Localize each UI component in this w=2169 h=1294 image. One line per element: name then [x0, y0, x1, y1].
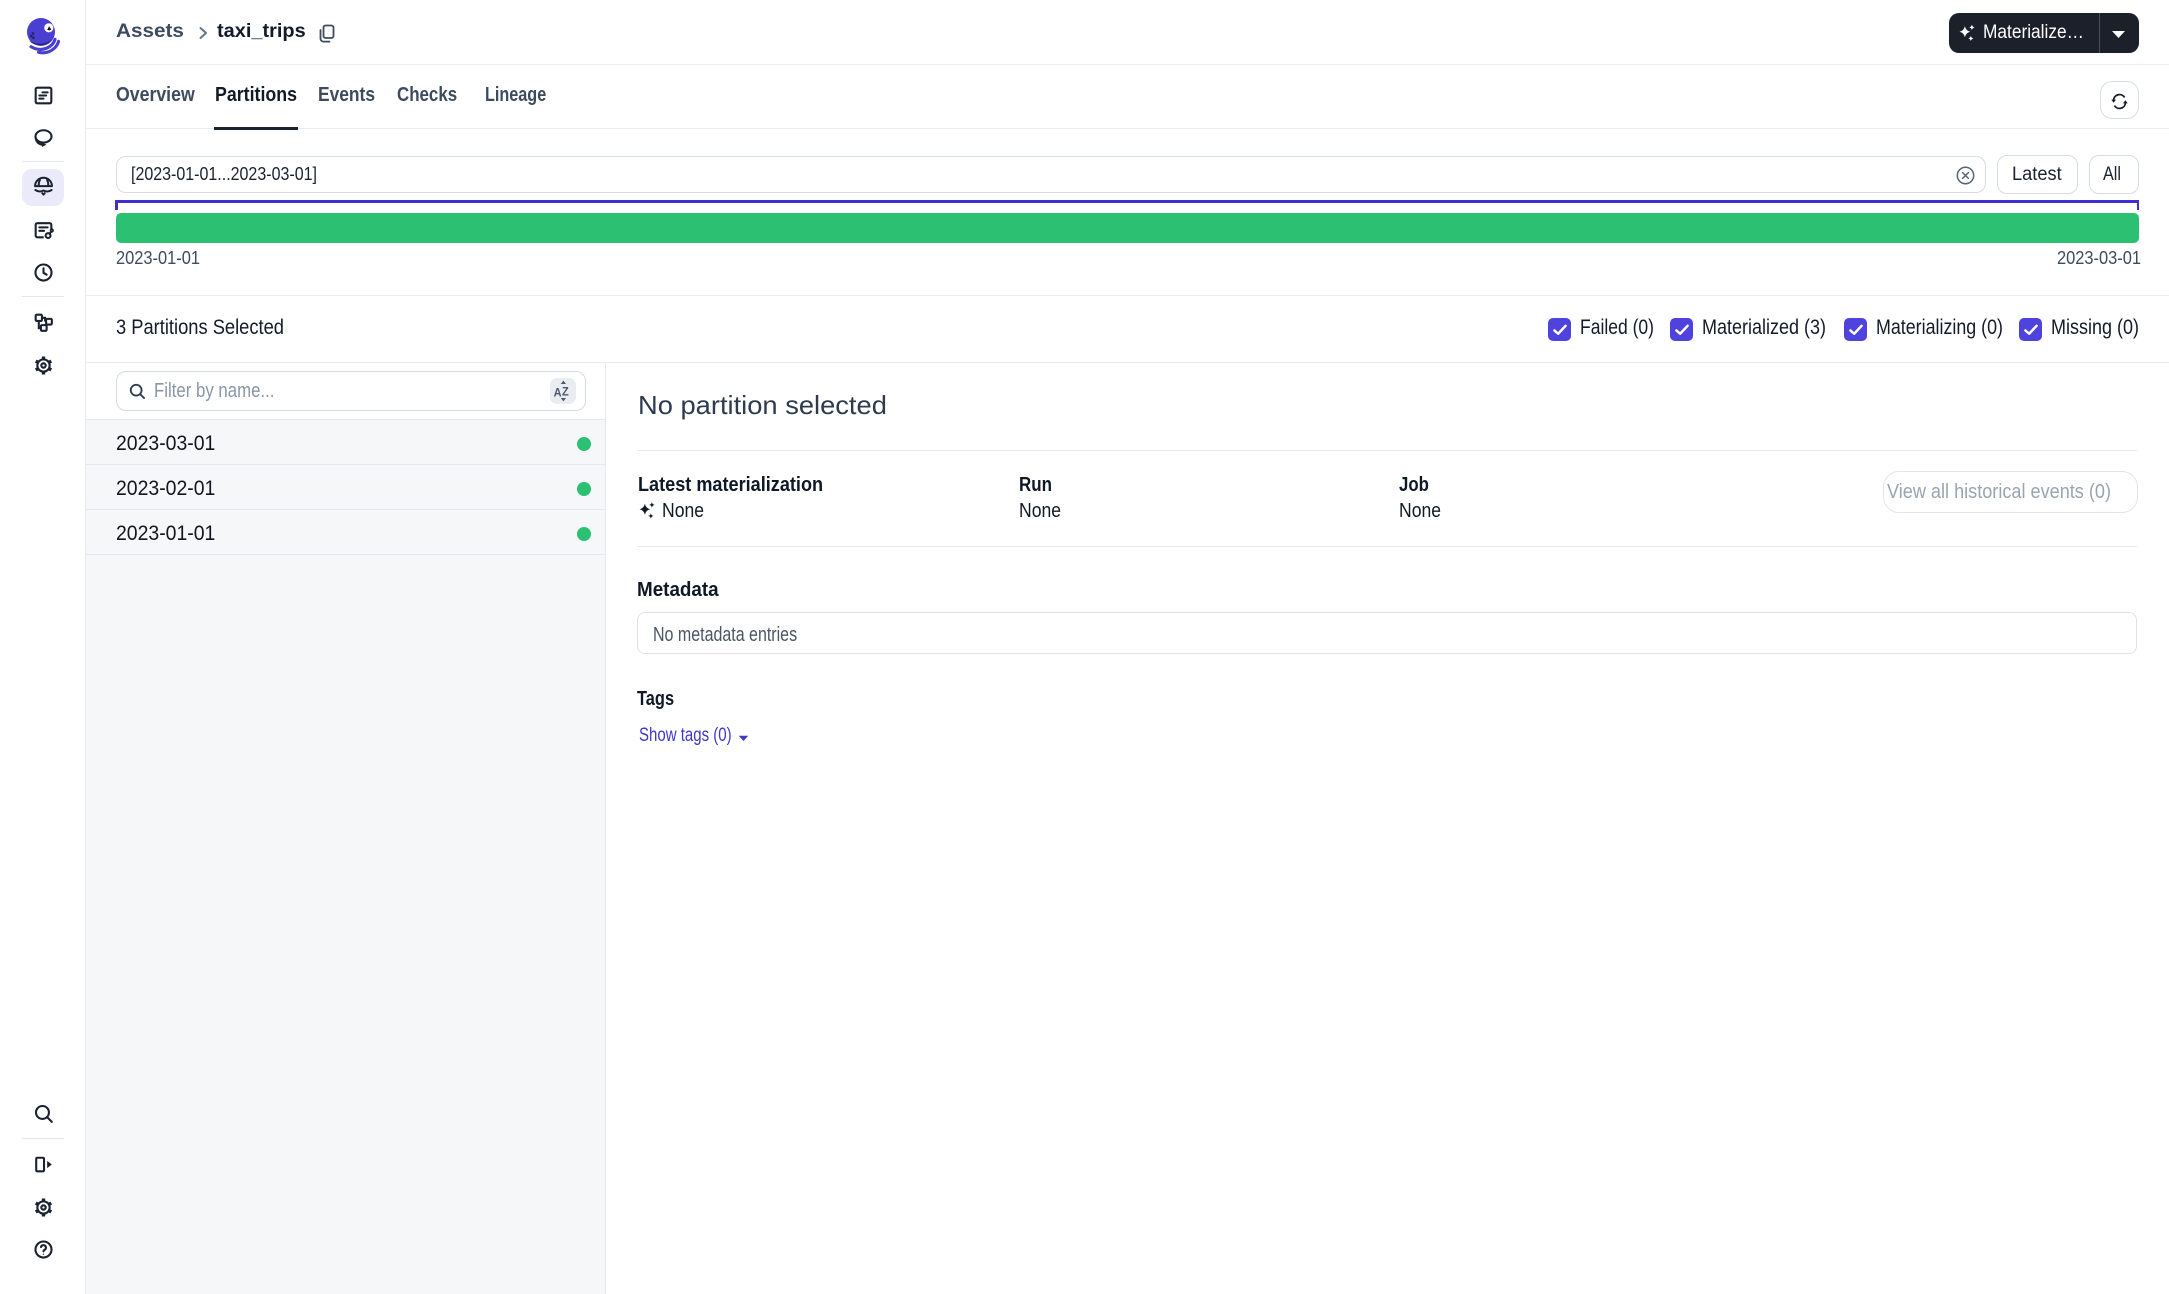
svg-text:A: A — [554, 387, 563, 399]
svg-text:Z: Z — [562, 386, 569, 398]
